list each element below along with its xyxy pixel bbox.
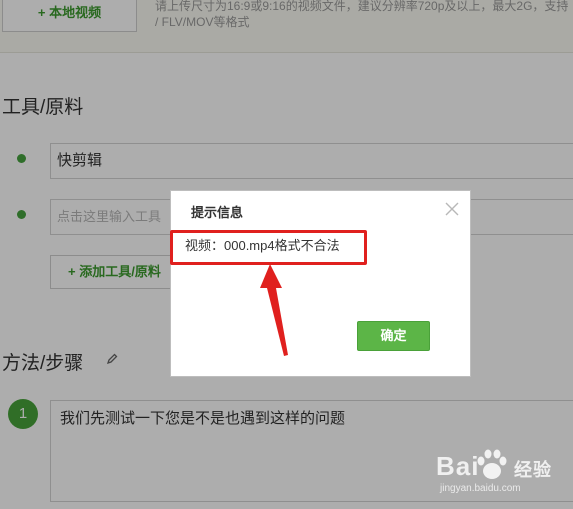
watermark-brand-right: 经验 — [514, 460, 552, 480]
paw-logo-icon — [477, 449, 507, 479]
baidu-jingyan-watermark: Bai 经验 jingyan.baidu.com — [436, 445, 571, 505]
annotation-arrow-icon — [260, 264, 288, 356]
editor-page: + 本地视频 请上传尺寸为16:9或9:16的视频文件，建议分辨率720p及以上… — [0, 0, 573, 509]
watermark-site: jingyan.baidu.com — [440, 483, 521, 494]
